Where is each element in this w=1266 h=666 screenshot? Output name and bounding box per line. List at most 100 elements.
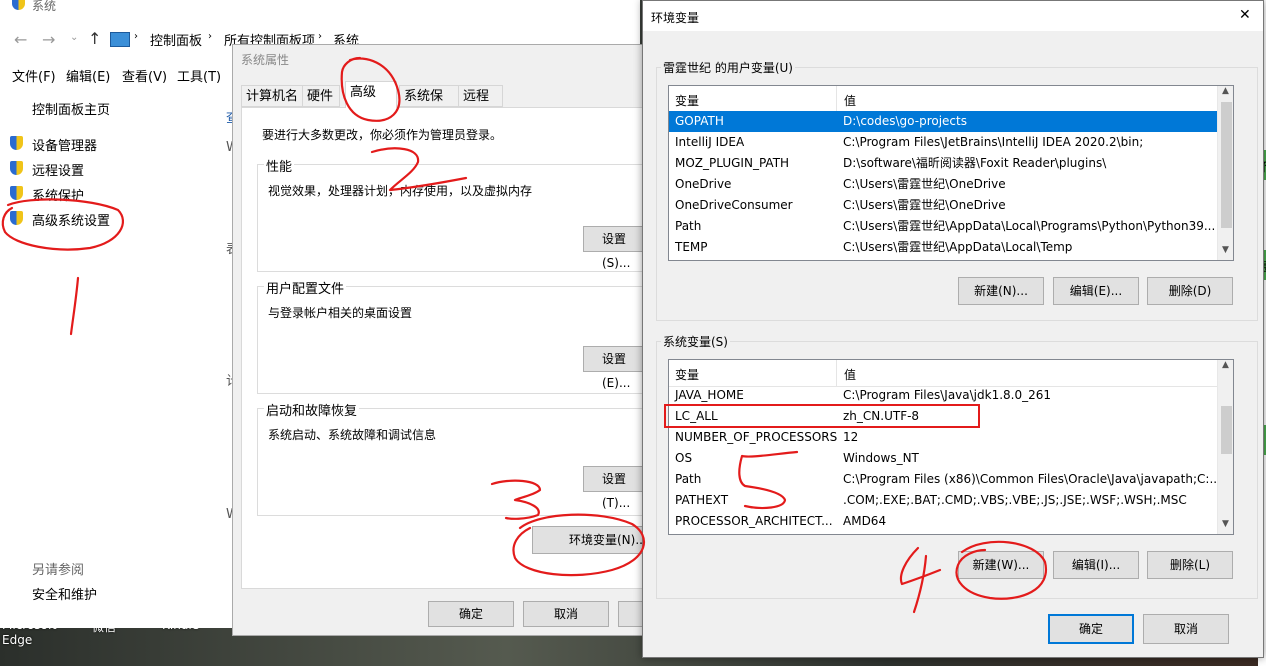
up-arrow-icon[interactable]: ↑	[88, 29, 101, 48]
button-label: 编辑(I)...	[1071, 558, 1121, 572]
list-item[interactable]: TEMP C:\Users\雷霆世纪\AppData\Local\Temp	[669, 237, 1217, 258]
performance-group	[257, 164, 659, 272]
variable-value: C:\Users\雷霆世纪\OneDrive	[843, 198, 1006, 212]
sidebar-home-link[interactable]: 控制面板主页	[32, 99, 110, 118]
variable-name: TEMP	[675, 240, 708, 254]
tab-advanced[interactable]: 高级	[345, 81, 397, 108]
back-arrow-icon[interactable]: ←	[14, 30, 27, 49]
tab-computer-name[interactable]: 计算机名	[241, 85, 303, 107]
breadcrumb-control-panel[interactable]: 控制面板	[150, 30, 202, 49]
column-divider	[836, 360, 837, 386]
button-label: 新建(N)...	[974, 284, 1028, 298]
list-header: 变量 值	[669, 86, 1217, 113]
user-edit-button[interactable]: 编辑(E)...	[1053, 277, 1139, 305]
user-new-button[interactable]: 新建(N)...	[958, 277, 1044, 305]
system-properties-dialog: 系统属性 计算机名 硬件 系统保护 远程 要进行大多数更改，你必须作为管理员登录…	[232, 44, 659, 636]
button-label: 设置(T)...	[602, 472, 631, 510]
user-delete-button[interactable]: 删除(D)	[1147, 277, 1233, 305]
scroll-down-icon[interactable]: ▼	[1222, 519, 1229, 529]
user-vars-list[interactable]: 变量 值 GOPATH D:\codes\go-projects IntelliJ …	[668, 85, 1234, 261]
system-titlebar: 系统	[0, 0, 640, 22]
menu-tools[interactable]: 工具(T)	[177, 66, 221, 85]
cancel-button[interactable]: 取消	[523, 601, 609, 627]
list-item[interactable]: OneDriveConsumer C:\Users\雷霆世纪\OneDrive	[669, 195, 1217, 216]
list-item[interactable]: Path C:\Users\雷霆世纪\AppData\Local\Programs…	[669, 216, 1217, 237]
shield-icon	[10, 136, 23, 150]
sys-new-button[interactable]: 新建(W)...	[958, 551, 1044, 579]
performance-desc: 视觉效果，处理器计划，内存使用，以及虚拟内存	[268, 184, 533, 198]
admin-note: 要进行大多数更改，你必须作为管理员登录。	[262, 128, 503, 142]
tab-remote[interactable]: 远程	[458, 85, 503, 107]
shield-icon	[10, 161, 23, 175]
variable-name: JAVA_HOME	[675, 388, 744, 402]
forward-arrow-icon[interactable]: →	[42, 30, 55, 49]
scrollbar[interactable]: ▲ ▼	[1217, 86, 1233, 260]
scroll-up-icon[interactable]: ▲	[1222, 86, 1229, 96]
see-also-security[interactable]: 安全和维护	[32, 584, 97, 603]
tab-label: 计算机名	[246, 89, 299, 104]
list-item[interactable]: MOZ_PLUGIN_PATH D:\software\福昕阅读器\Foxit R…	[669, 153, 1217, 174]
user-profiles-label: 用户配置文件	[264, 278, 347, 297]
variable-value: Windows_NT	[843, 451, 919, 465]
chevron-down-icon[interactable]: ⌄	[70, 32, 78, 43]
list-item[interactable]: Path C:\Program Files (x86)\Common Files\…	[669, 469, 1221, 490]
menu-edit[interactable]: 编辑(E)	[66, 66, 110, 85]
tab-label: 远程	[463, 89, 490, 104]
scroll-thumb[interactable]	[1221, 102, 1232, 228]
variable-value: C:\Users\雷霆世纪\OneDrive	[843, 177, 1006, 191]
sidebar-item-advanced[interactable]: 高级系统设置	[32, 210, 110, 229]
button-label: 删除(L)	[1169, 558, 1211, 572]
variable-value: 12	[843, 430, 859, 444]
list-item[interactable]: PROCESSOR_ARCHITECT... AMD64	[669, 511, 1217, 532]
tab-system-protection[interactable]: 系统保护	[399, 85, 459, 126]
list-item[interactable]: NUMBER_OF_PROCESSORS 12	[669, 427, 1217, 448]
list-item[interactable]: OS Windows_NT	[669, 448, 1217, 469]
startup-desc: 系统启动、系统故障和调试信息	[268, 428, 437, 442]
scrollbar[interactable]: ▲ ▼	[1217, 360, 1233, 534]
user-profiles-desc: 与登录帐户相关的桌面设置	[268, 306, 413, 320]
column-header-variable[interactable]: 变量	[675, 92, 699, 109]
user-profiles-group	[257, 286, 659, 394]
list-item[interactable]: IntelliJ IDEA C:\Program Files\JetBrains\…	[669, 132, 1217, 153]
sys-vars-list[interactable]: 变量 值 JAVA_HOME C:\Program Files\Java\jdk1…	[668, 359, 1234, 535]
shield-icon	[10, 211, 23, 225]
list-item[interactable]: PATHEXT .COM;.EXE;.BAT;.CMD;.VBS;.VBE;.JS…	[669, 490, 1217, 511]
ok-button[interactable]: 确定	[428, 601, 514, 627]
button-label: 删除(D)	[1168, 284, 1212, 298]
variable-value: C:\Users\雷霆世纪\AppData\Local\Temp	[843, 240, 1073, 254]
scroll-up-icon[interactable]: ▲	[1222, 360, 1229, 370]
startup-label: 启动和故障恢复	[264, 400, 360, 419]
close-icon[interactable]: ✕	[1239, 7, 1251, 23]
list-item[interactable]: JAVA_HOME C:\Program Files\Java\jdk1.8.0_…	[669, 385, 1217, 406]
variable-value: AMD64	[843, 514, 887, 528]
sidebar-item-protection[interactable]: 系统保护	[32, 185, 84, 204]
sidebar-item-device-manager[interactable]: 设备管理器	[32, 135, 97, 154]
tab-label: 硬件	[307, 89, 334, 104]
sys-edit-button[interactable]: 编辑(I)...	[1053, 551, 1139, 579]
column-header-variable[interactable]: 变量	[675, 366, 699, 383]
env-ok-button[interactable]: 确定	[1048, 614, 1134, 644]
chevron-right-icon: ›	[134, 31, 138, 42]
scroll-thumb[interactable]	[1221, 406, 1232, 454]
list-item[interactable]: OneDrive C:\Users\雷霆世纪\OneDrive	[669, 174, 1217, 195]
column-header-value[interactable]: 值	[844, 366, 856, 383]
list-header: 变量 值	[669, 360, 1217, 387]
sidebar-item-remote[interactable]: 远程设置	[32, 160, 84, 179]
button-label: 确定	[458, 607, 483, 621]
variable-name: PROCESSOR_ARCHITECT...	[675, 514, 833, 528]
sys-delete-button[interactable]: 删除(L)	[1147, 551, 1233, 579]
list-item[interactable]: GOPATH D:\codes\go-projects	[669, 111, 1217, 132]
button-label: 环境变量(N)...	[569, 533, 647, 547]
column-divider	[836, 86, 837, 112]
dialog-title: 环境变量	[651, 11, 700, 25]
dialog-title: 系统属性	[241, 53, 290, 67]
variable-name: IntelliJ IDEA	[675, 135, 745, 149]
scroll-down-icon[interactable]: ▼	[1222, 245, 1229, 255]
menu-view[interactable]: 查看(V)	[122, 66, 167, 85]
environment-variables-button[interactable]: 环境变量(N)...	[532, 526, 648, 554]
env-cancel-button[interactable]: 取消	[1143, 614, 1229, 644]
column-header-value[interactable]: 值	[844, 92, 856, 109]
menu-file[interactable]: 文件(F)	[12, 66, 56, 85]
tab-hardware[interactable]: 硬件	[302, 85, 340, 107]
variable-name: Path	[675, 219, 702, 233]
